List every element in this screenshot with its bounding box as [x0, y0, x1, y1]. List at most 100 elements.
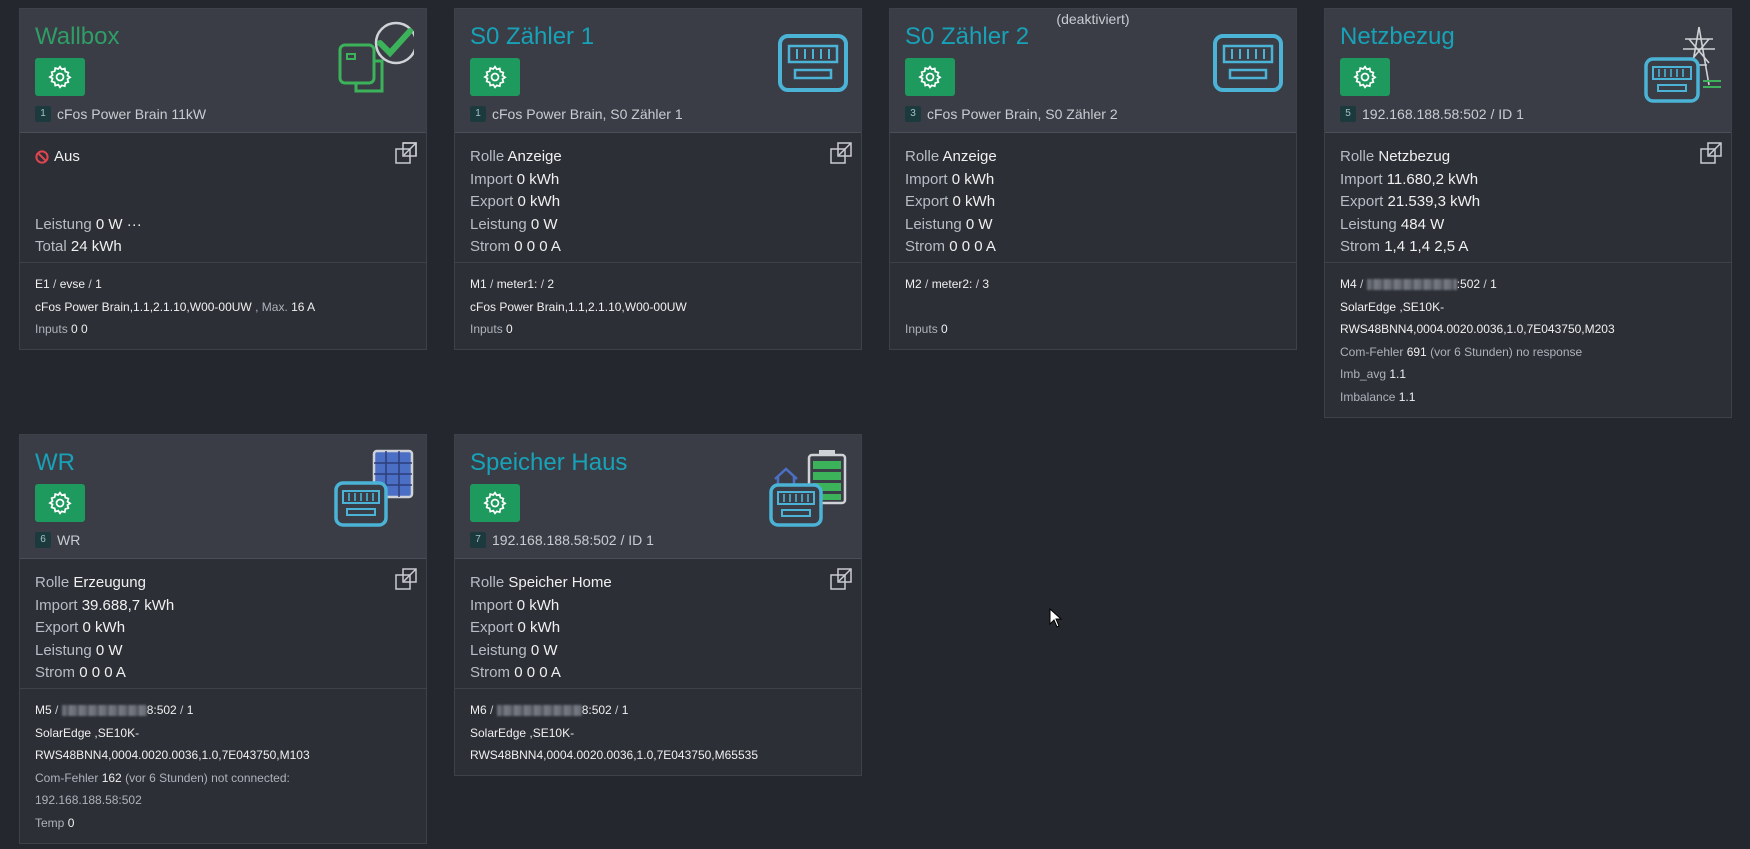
firmware-line: RWS48BNN4,0004.0020.0036,1.0,7E043750,M1… — [35, 748, 310, 762]
card-title[interactable]: S0 Zähler 1 — [470, 23, 594, 51]
current-row: Strom 0 0 0 A — [470, 238, 561, 255]
power-row: Leistung 0 W — [35, 641, 123, 659]
wallbox-check-icon — [338, 21, 414, 93]
redacted-ip — [1366, 279, 1457, 291]
device-card-s0-meter-2: (deaktiviert) S0 Zähler 2 3 cFos Power B… — [889, 8, 1297, 350]
power-row: Leistung 0 W — [470, 641, 558, 659]
export-row: Export 0 kWh — [470, 619, 561, 636]
more-dots[interactable]: ··· — [127, 216, 142, 233]
card-details: M6 / 8:502 / 1 SolarEdge ,SE10K- RWS48BN… — [455, 689, 861, 773]
external-link-icon[interactable] — [829, 141, 853, 165]
mouse-cursor-icon — [1049, 608, 1063, 628]
card-values: Aus Leistung 0 W ··· Total 24 kWh — [20, 133, 426, 263]
card-header: Speicher Haus 7 192.168.188.58:502 / ID … — [455, 435, 861, 559]
error-line: Com-Fehler 162 (vor 6 Stunden) not conne… — [35, 770, 290, 785]
settings-button[interactable] — [470, 58, 520, 96]
address-line: M4 / :502 / 1 — [1340, 277, 1497, 291]
address-line: M1 / meter1: / 2 — [470, 277, 555, 291]
card-title[interactable]: Wallbox — [35, 23, 119, 51]
current-row: Strom 0 0 0 A — [35, 664, 126, 681]
power-pylon-meter-icon — [1644, 26, 1721, 103]
gear-icon — [483, 491, 507, 515]
device-card-s0-meter-1: S0 Zähler 1 1 cFos Power Brain, S0 Zähle… — [454, 8, 862, 350]
role-row: Rolle Anzeige — [470, 148, 562, 165]
settings-button[interactable] — [470, 484, 520, 522]
gear-icon — [483, 65, 507, 89]
import-row: Import 11.680,2 kWh — [1340, 170, 1479, 188]
settings-button[interactable] — [1340, 58, 1390, 96]
firmware-line: cFos Power Brain,1.1,2.1.10,W00-00UW , M… — [35, 299, 316, 314]
card-header: Netzbezug 5 192.168.188.58:502 / ID 1 — [1325, 9, 1731, 133]
external-link-icon[interactable] — [394, 141, 418, 165]
card-subtitle: 1 cFos Power Brain 11kW — [35, 106, 206, 122]
address-line: M5 / 8:502 / 1 — [35, 703, 194, 717]
error-detail-line: 192.168.188.58:502 — [35, 793, 142, 807]
settings-button[interactable] — [35, 58, 85, 96]
card-title[interactable]: Netzbezug — [1340, 23, 1455, 51]
power-row: Leistung 0 W ··· — [35, 215, 142, 233]
external-link-icon[interactable] — [394, 567, 418, 591]
external-link-icon[interactable] — [1699, 141, 1723, 165]
model-line: SolarEdge ,SE10K- — [1340, 299, 1445, 314]
inputs-line: Inputs 0 0 — [35, 322, 88, 336]
solar-panel-meter-icon — [334, 449, 414, 527]
device-description: 192.168.188.58:502 / ID 1 — [492, 532, 654, 548]
power-row: Leistung 0 W — [470, 215, 558, 233]
gear-icon — [918, 65, 942, 89]
card-details: E1 / evse / 1 cFos Power Brain,1.1,2.1.1… — [20, 263, 426, 347]
card-details: M2 / meter2: / 3 Inputs 0 — [890, 263, 1296, 347]
card-subtitle: 7 192.168.188.58:502 / ID 1 — [470, 532, 654, 548]
export-row: Export 0 kWh — [35, 619, 126, 636]
status-text: Aus — [54, 148, 80, 165]
device-number-badge: 5 — [1340, 106, 1356, 122]
device-card-home-battery: Speicher Haus 7 192.168.188.58:502 / ID … — [454, 434, 862, 776]
meter-icon — [1213, 34, 1283, 92]
role-row: Rolle Netzbezug — [1340, 148, 1451, 165]
export-row: Export 0 kWh — [470, 193, 561, 210]
settings-button[interactable] — [905, 58, 955, 96]
card-header: Wallbox 1 cFos Power Brain 11kW — [20, 9, 426, 133]
external-link-icon[interactable] — [829, 567, 853, 591]
device-description: cFos Power Brain, S0 Zähler 1 — [492, 106, 683, 122]
card-values: Rolle Anzeige Import 0 kWh Export 0 kWh … — [890, 133, 1296, 263]
device-card-grid: Netzbezug 5 192.168.188.58:502 / ID 1 Ro… — [1324, 8, 1732, 418]
status-row: Aus — [35, 146, 411, 169]
inputs-line: Inputs 0 — [470, 322, 513, 336]
card-title[interactable]: WR — [35, 449, 75, 477]
card-subtitle: 3 cFos Power Brain, S0 Zähler 2 — [905, 106, 1118, 122]
address-line: M6 / 8:502 / 1 — [470, 703, 629, 717]
card-details: M1 / meter1: / 2 cFos Power Brain,1.1,2.… — [455, 263, 861, 347]
card-values: Rolle Netzbezug Import 11.680,2 kWh Expo… — [1325, 133, 1731, 263]
card-title[interactable]: Speicher Haus — [470, 449, 627, 477]
import-row: Import 39.688,7 kWh — [35, 596, 175, 614]
device-card-wallbox: Wallbox 1 cFos Power Brain 11kW Aus Leis… — [19, 8, 427, 350]
house-battery-meter-icon — [769, 450, 847, 527]
model-line: SolarEdge ,SE10K- — [35, 725, 140, 740]
imbalance-line: Imbalance 1.1 — [1340, 389, 1416, 404]
firmware-line: RWS48BNN4,0004.0020.0036,1.0,7E043750,M6… — [470, 748, 758, 762]
inputs-line: Inputs 0 — [905, 322, 948, 336]
model-line: SolarEdge ,SE10K- — [470, 725, 575, 740]
meter-icon — [778, 34, 848, 92]
card-values: Rolle Speicher Home Import 0 kWh Export … — [455, 559, 861, 689]
power-row: Leistung 0 W — [905, 215, 993, 233]
card-subtitle: 1 cFos Power Brain, S0 Zähler 1 — [470, 106, 683, 122]
export-row: Export 21.539,3 kWh — [1340, 193, 1481, 210]
role-row: Rolle Erzeugung — [35, 574, 146, 591]
device-card-inverter: WR 6 WR Rolle Erzeugung Import 39.688,7 … — [19, 434, 427, 844]
gear-icon — [48, 65, 72, 89]
current-row: Strom 0 0 0 A — [470, 664, 561, 681]
gear-icon — [48, 491, 72, 515]
prohibited-icon — [35, 150, 49, 164]
error-line: Com-Fehler 691 (vor 6 Stunden) no respon… — [1340, 344, 1583, 359]
card-header: (deaktiviert) S0 Zähler 2 3 cFos Power B… — [890, 9, 1296, 133]
device-description: cFos Power Brain, S0 Zähler 2 — [927, 106, 1118, 122]
import-row: Import 0 kWh — [470, 596, 560, 614]
card-title[interactable]: S0 Zähler 2 — [905, 23, 1029, 51]
card-values: Rolle Erzeugung Import 39.688,7 kWh Expo… — [20, 559, 426, 689]
current-row: Strom 1,4 1,4 2,5 A — [1340, 238, 1469, 255]
role-row: Rolle Speicher Home — [470, 574, 612, 591]
settings-button[interactable] — [35, 484, 85, 522]
device-description: 192.168.188.58:502 / ID 1 — [1362, 106, 1524, 122]
current-row: Strom 0 0 0 A — [905, 238, 996, 255]
